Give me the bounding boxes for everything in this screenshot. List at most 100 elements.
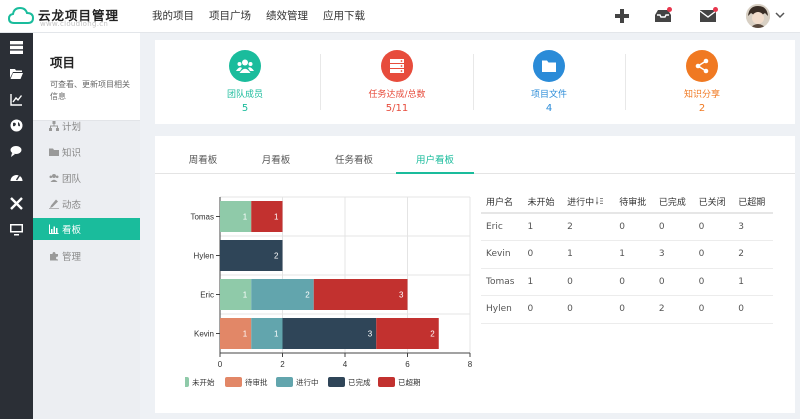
user-task-chart: 0 2 4 6 8 Tomas 1 1 Hylen 2 Eric 1 2 3 Kevin 1 1 3 2 未开始 待审批…	[185, 196, 473, 387]
sidebar-item-plan[interactable]: 计划	[33, 115, 140, 137]
x-tick-label: 4	[343, 360, 348, 369]
logo[interactable]: 云龙项目管理 www.cloudlong.cn	[8, 2, 143, 31]
nav-performance[interactable]: 绩效管理	[266, 0, 308, 33]
stat-icon-circle	[533, 50, 565, 82]
nav-app-download[interactable]: 应用下载	[323, 0, 365, 33]
column-header: 已超期	[733, 191, 773, 214]
bar-chart-icon	[49, 224, 59, 234]
stat-project-files[interactable]: 项目文件 4	[484, 50, 614, 114]
table-cell: 0	[693, 268, 734, 296]
sidebar-item-activity[interactable]: 动态	[33, 193, 140, 215]
table-cell: 0	[653, 213, 694, 241]
globe-icon[interactable]	[10, 119, 23, 132]
sidebar-item-label: 看板	[62, 225, 82, 236]
sidebar-item-knowledge[interactable]: 知识	[33, 141, 140, 163]
legend-swatch	[276, 377, 293, 387]
table-cell: 0	[733, 295, 773, 324]
user-task-table: 用户名 未开始 进行中 待审批 已完成 已关闭 已超期 Eric 1 2 0 0 0 3 K…	[481, 191, 773, 324]
data-label: 1	[274, 330, 279, 339]
stat-knowledge-share[interactable]: 知识分享 2	[637, 50, 767, 114]
stat-label: 知识分享	[683, 90, 720, 100]
tab-task-board[interactable]: 任务看板	[323, 152, 385, 174]
users-icon	[49, 174, 59, 182]
sidebar-item-board[interactable]: 看板	[33, 218, 140, 240]
sitemap-icon	[49, 121, 59, 131]
plus-icon[interactable]	[612, 6, 632, 26]
top-bar: 云龙项目管理 www.cloudlong.cn 我的项目 项目广场 绩效管理 应…	[0, 0, 800, 33]
stat-label: 团队成员	[226, 90, 263, 100]
tools-icon[interactable]	[10, 197, 23, 210]
legend-swatch	[378, 377, 395, 387]
dashboard-icon[interactable]	[10, 171, 23, 184]
table-cell: 1	[522, 213, 563, 241]
x-tick-label: 2	[280, 360, 285, 369]
avatar[interactable]	[746, 4, 770, 28]
sidebar-item-team[interactable]: 团队	[33, 167, 140, 189]
bar	[282, 318, 377, 349]
users-icon	[236, 59, 254, 73]
sidebar-item-manage[interactable]: 管理	[33, 245, 140, 267]
table-cell: 3	[733, 213, 773, 241]
column-header-label: 进行中	[567, 198, 595, 208]
pen-icon	[49, 199, 59, 209]
table-cell: 1	[614, 240, 654, 269]
inbox-badge	[667, 7, 672, 12]
legend-label: 进行中	[296, 377, 319, 387]
table-cell: Tomas	[481, 268, 523, 296]
x-tick-label: 6	[405, 360, 410, 369]
sidebar-item-label: 管理	[62, 252, 82, 263]
table-cell: 0	[693, 213, 734, 241]
table-row: Eric 1 2 0 0 0 3	[481, 213, 773, 241]
table-cell: 2	[653, 295, 694, 324]
stat-task-progress[interactable]: 任务达成/总数 5/11	[332, 50, 462, 114]
table-cell: 2	[562, 213, 615, 241]
nav-my-projects[interactable]: 我的项目	[152, 0, 194, 33]
divider	[625, 54, 626, 110]
tab-user-board[interactable]: 用户看板	[396, 152, 474, 174]
table-cell: 1	[733, 268, 773, 296]
sidebar-item-label: 团队	[62, 174, 82, 185]
legend-label: 未开始	[192, 377, 215, 387]
table-cell: 2	[733, 240, 773, 269]
legend-swatch	[328, 377, 345, 387]
stat-value: 4	[545, 103, 553, 114]
sidebar-item-label: 知识	[62, 148, 82, 159]
stat-team-members[interactable]: 团队成员 5	[180, 50, 310, 114]
stat-value: 2	[698, 103, 706, 114]
data-label: 3	[399, 291, 404, 300]
line-chart-icon[interactable]	[10, 93, 23, 106]
table-row: Hylen 0 0 0 2 0 0	[481, 295, 773, 324]
sidebar-item-label: 动态	[62, 200, 82, 211]
table-cell: Hylen	[481, 295, 523, 324]
sort-icon[interactable]	[595, 197, 604, 206]
server-icon[interactable]	[10, 41, 23, 54]
project-sidebar: 项目 可查看、更新项目相关信息 计划 知识 团队 动态 看板 管理	[33, 33, 173, 419]
tab-week-board[interactable]: 周看板	[177, 152, 229, 174]
user-avatar-icon	[746, 4, 770, 28]
board-tabs: 周看板 月看板 任务看板 用户看板	[155, 152, 795, 174]
table-cell: 0	[614, 295, 654, 324]
column-header-sortable[interactable]: 进行中	[562, 191, 615, 214]
column-header: 待审批	[614, 191, 654, 214]
table-cell: 0	[562, 268, 615, 296]
data-label: 1	[243, 291, 248, 300]
folder-open-icon[interactable]	[10, 67, 23, 80]
column-header: 未开始	[522, 191, 563, 214]
chevron-down-icon[interactable]	[775, 10, 785, 20]
data-label: 2	[430, 330, 435, 339]
puzzle-icon	[50, 252, 58, 261]
table-cell: 0	[653, 268, 694, 296]
sidebar-item-label: 计划	[62, 122, 82, 133]
y-tick-label: Tomas	[190, 213, 214, 222]
data-label: 1	[243, 330, 248, 339]
y-tick-label: Hylen	[194, 252, 214, 261]
stat-icon-circle	[229, 50, 261, 82]
monitor-icon[interactable]	[10, 223, 23, 236]
chat-icon[interactable]	[10, 145, 23, 158]
column-header: 已关闭	[693, 191, 734, 214]
table-cell: 0	[522, 295, 563, 324]
sidebar-description: 可查看、更新项目相关信息	[50, 80, 130, 101]
column-header: 用户名	[481, 191, 523, 214]
nav-project-square[interactable]: 项目广场	[209, 0, 251, 33]
tab-month-board[interactable]: 月看板	[250, 152, 302, 174]
